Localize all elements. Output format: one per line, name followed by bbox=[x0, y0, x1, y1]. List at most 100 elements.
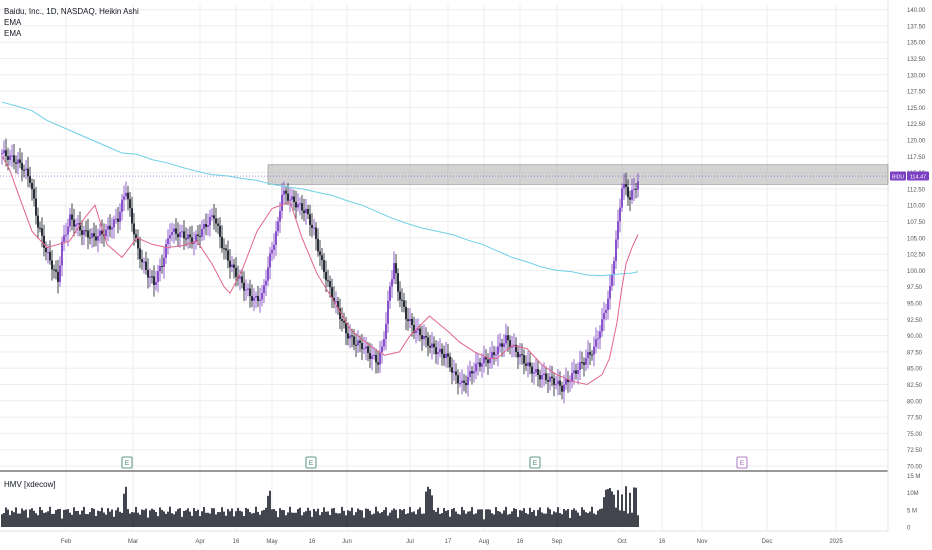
volume-bar bbox=[283, 510, 285, 527]
y-tick-label: 95.00 bbox=[907, 302, 923, 308]
candle-body bbox=[547, 380, 549, 382]
volume-bar bbox=[515, 509, 517, 527]
volume-bar bbox=[221, 507, 223, 527]
candle-body bbox=[65, 234, 67, 236]
x-tick-label: May bbox=[266, 539, 277, 545]
x-tick-label: Nov bbox=[697, 539, 708, 545]
candle-body bbox=[393, 263, 395, 280]
candle-body bbox=[431, 343, 433, 348]
candle-body bbox=[259, 299, 261, 301]
y-tick-label: 107.50 bbox=[907, 220, 926, 226]
candle-body bbox=[627, 186, 629, 198]
volume-bar bbox=[9, 515, 11, 527]
candle-body bbox=[263, 285, 265, 294]
y-tick-label: 135.00 bbox=[907, 41, 926, 47]
candle-body bbox=[621, 188, 623, 208]
candle-body bbox=[149, 276, 151, 278]
volume-bar bbox=[287, 512, 289, 527]
candle-body bbox=[241, 276, 243, 283]
volume-bar bbox=[393, 508, 395, 527]
candle-body bbox=[165, 243, 167, 258]
volume-bar bbox=[17, 513, 19, 527]
volume-bar bbox=[105, 514, 107, 527]
volume-bar bbox=[587, 513, 589, 527]
candle-body bbox=[477, 362, 479, 364]
candle-body bbox=[367, 346, 369, 354]
x-tick-label: Aug bbox=[479, 539, 490, 545]
volume-bar bbox=[561, 514, 563, 527]
candle-body bbox=[325, 271, 327, 281]
volume-bar bbox=[401, 510, 403, 527]
candle-body bbox=[179, 232, 181, 238]
candle-body bbox=[107, 225, 109, 230]
volume-bar bbox=[291, 512, 293, 527]
volume-bar bbox=[225, 515, 227, 527]
candle-body bbox=[305, 208, 307, 214]
x-tick-label: Oct bbox=[617, 539, 627, 545]
candle-body bbox=[461, 380, 463, 384]
volume-bar bbox=[187, 508, 189, 527]
candle-body bbox=[97, 235, 99, 241]
volume-bar bbox=[519, 510, 521, 527]
volume-bar bbox=[29, 509, 31, 527]
volume-bar bbox=[303, 512, 305, 527]
volume-bar bbox=[509, 513, 511, 527]
candle-body bbox=[185, 238, 187, 240]
candle-body bbox=[399, 291, 401, 300]
candle-body bbox=[401, 299, 403, 301]
volume-bar bbox=[253, 512, 255, 527]
candle-body bbox=[335, 301, 337, 303]
chart-canvas[interactable]: 70.00 72.50 75.00 77.50 80.00 82.50 85.00 87.50… bbox=[0, 0, 932, 550]
candle-body bbox=[75, 224, 77, 227]
candle-body bbox=[473, 371, 475, 374]
candle-body bbox=[229, 260, 231, 268]
candle-body bbox=[73, 219, 75, 227]
candle-body bbox=[105, 229, 107, 237]
volume-bar bbox=[119, 511, 121, 527]
volume-bar bbox=[483, 519, 485, 527]
volume-bar bbox=[89, 512, 91, 527]
candle-body bbox=[377, 362, 379, 365]
candle-body bbox=[89, 237, 91, 239]
candle-body bbox=[501, 343, 503, 347]
candle-body bbox=[499, 343, 501, 347]
volume-bar bbox=[545, 513, 547, 527]
volume-bar bbox=[377, 511, 379, 527]
volume-bar bbox=[65, 509, 67, 527]
volume-bar bbox=[425, 491, 427, 527]
candle-body bbox=[187, 234, 189, 240]
volume-bar bbox=[477, 509, 479, 527]
volume-bar bbox=[109, 511, 111, 527]
volume-bar bbox=[617, 490, 619, 527]
y-tick-label: 122.50 bbox=[907, 122, 926, 128]
x-tick-label: Mar bbox=[128, 539, 138, 545]
candle-body bbox=[617, 221, 619, 240]
candle-body bbox=[483, 357, 485, 364]
candle-body bbox=[451, 367, 453, 373]
volume-bar bbox=[107, 508, 109, 527]
volume-bar bbox=[407, 513, 409, 527]
volume-bar bbox=[51, 513, 53, 527]
volume-bar bbox=[193, 508, 195, 527]
volume-bar bbox=[273, 509, 275, 527]
volume-bar bbox=[147, 517, 149, 527]
candle-body bbox=[265, 280, 267, 286]
volume-bar bbox=[249, 512, 251, 527]
volume-bar bbox=[113, 516, 115, 527]
candle-body bbox=[457, 375, 459, 384]
volume-bar bbox=[25, 509, 27, 527]
candle-body bbox=[373, 354, 375, 356]
candle-body bbox=[437, 352, 439, 355]
candle-body bbox=[85, 230, 87, 232]
volume-bar bbox=[55, 510, 57, 527]
volume-bar bbox=[449, 516, 451, 527]
volume-bar bbox=[541, 512, 543, 527]
candle-body bbox=[631, 189, 633, 200]
volume-bar bbox=[209, 513, 211, 527]
candle-body bbox=[403, 300, 405, 307]
candle-body bbox=[177, 233, 179, 238]
candle-body bbox=[463, 380, 465, 383]
volume-bar bbox=[513, 508, 515, 527]
candle-body bbox=[369, 353, 371, 359]
volume-bar bbox=[257, 511, 259, 527]
